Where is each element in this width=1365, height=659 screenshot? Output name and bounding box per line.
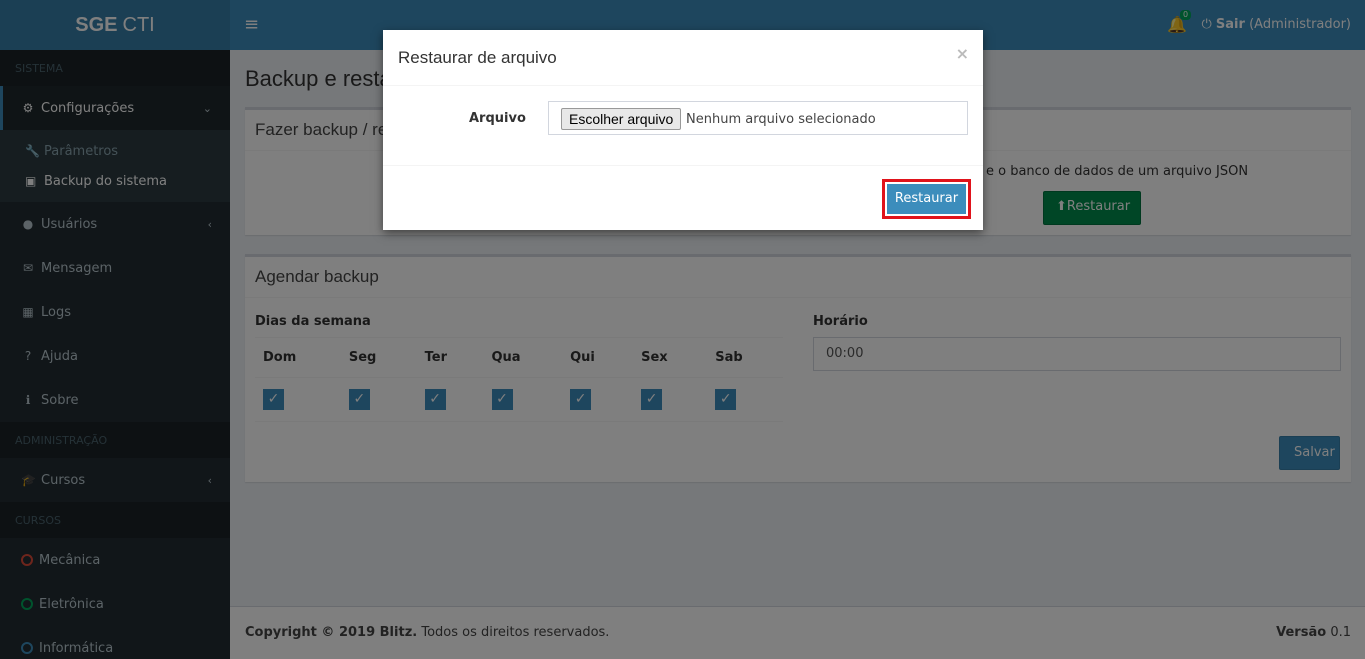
modal-header: Restaurar de arquivo × (383, 30, 983, 86)
close-icon[interactable]: × (956, 44, 969, 63)
file-status: Nenhum arquivo selecionado (686, 112, 876, 127)
modal-body: Arquivo Escolher arquivo Nenhum arquivo … (383, 86, 983, 166)
restore-submit-button[interactable]: Restaurar (887, 184, 966, 214)
modal-title: Restaurar de arquivo (398, 48, 557, 67)
file-label: Arquivo (469, 111, 526, 126)
choose-file-button[interactable]: Escolher arquivo (561, 108, 682, 130)
file-input[interactable]: Escolher arquivo Nenhum arquivo selecion… (548, 101, 968, 135)
